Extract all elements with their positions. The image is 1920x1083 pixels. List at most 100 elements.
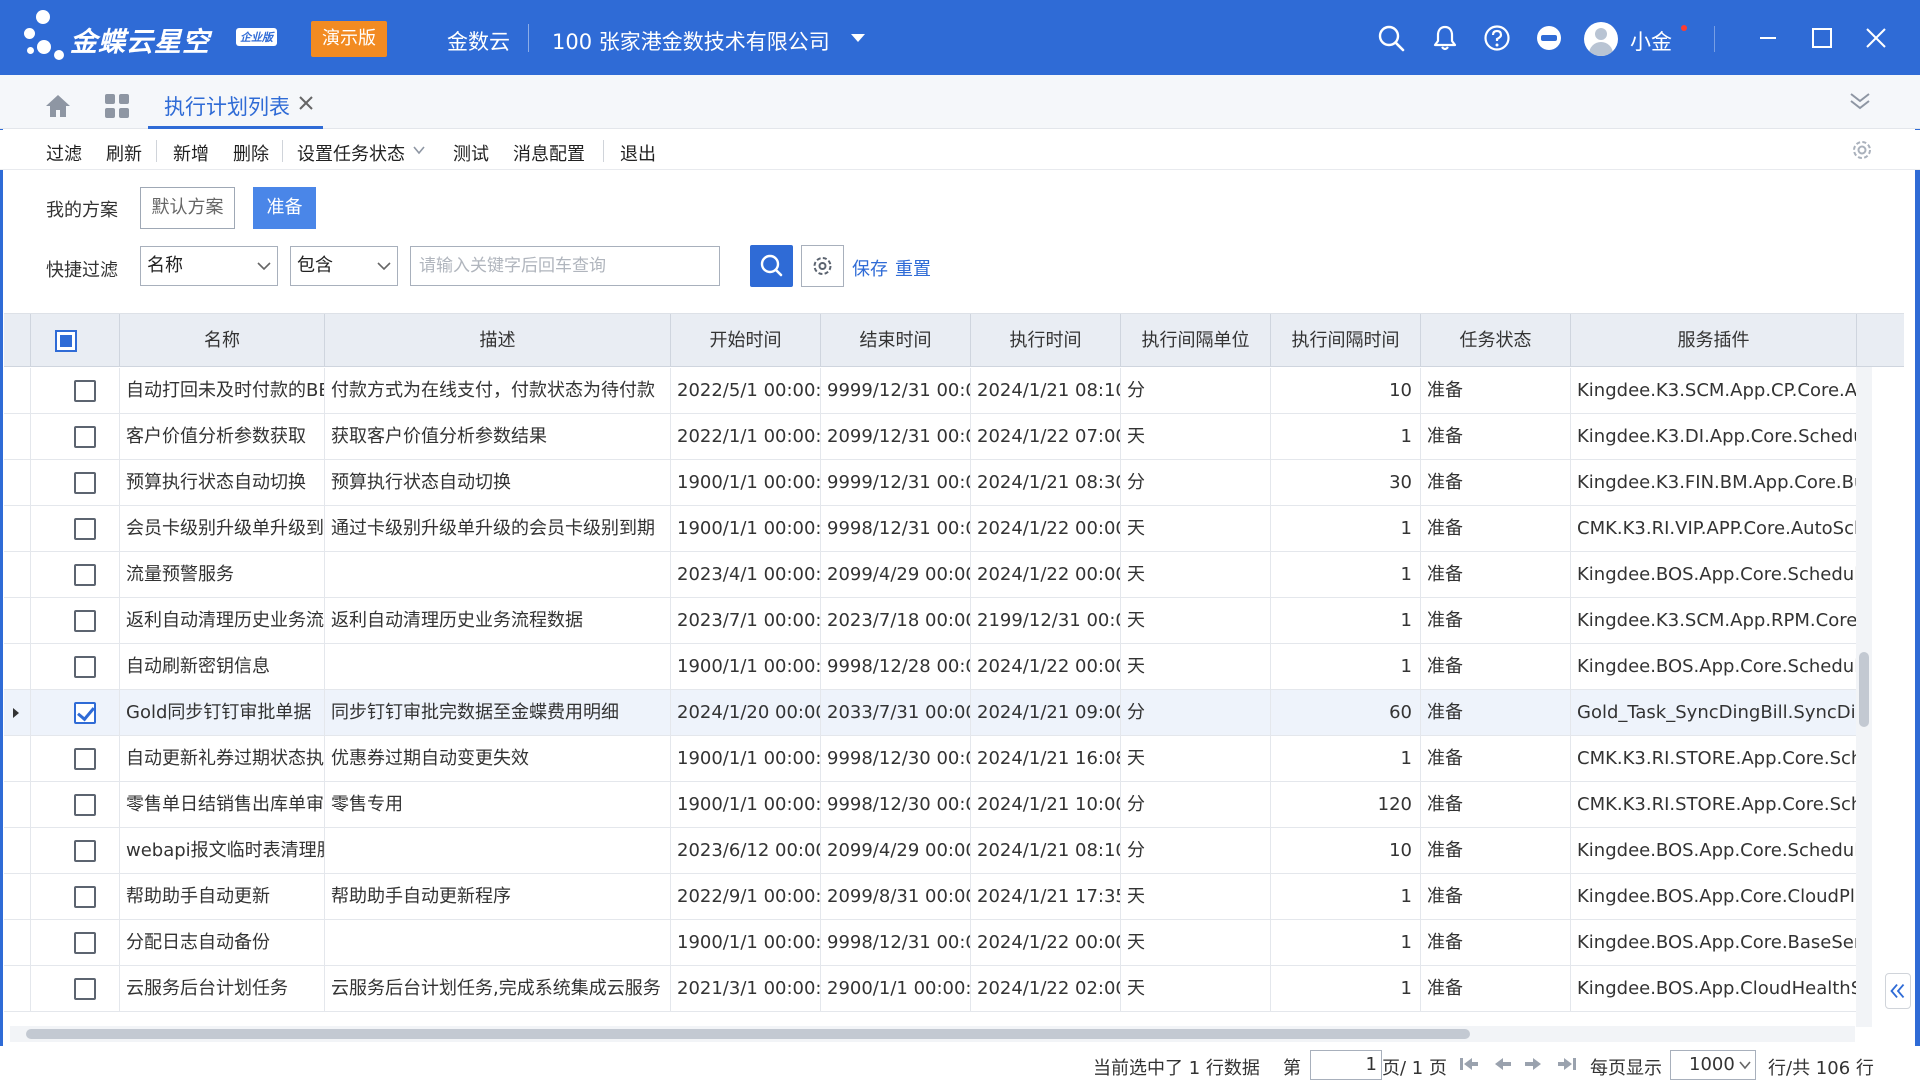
table-row[interactable]: 帮助助手自动更新 帮助助手自动更新程序 2022/9/1 00:00:0 2099/8…: [4, 874, 1857, 920]
minimize-icon[interactable]: [1754, 24, 1782, 52]
maximize-icon[interactable]: [1808, 24, 1836, 52]
cell-interval[interactable]: 1: [1271, 736, 1421, 782]
cell-desc[interactable]: 返利自动清理历史业务流程数据: [325, 598, 671, 644]
table-row[interactable]: Gold同步钉钉审批单据 同步钉钉审批完数据至金蝶费用明细 2024/1/20 00…: [4, 690, 1857, 736]
cell-plugin[interactable]: Kingdee.BOS.App.Core.Schedule: [1571, 828, 1857, 874]
cell-unit[interactable]: 天: [1121, 966, 1271, 1012]
cell-start[interactable]: 1900/1/1 00:00:0: [671, 920, 821, 966]
avatar[interactable]: [1584, 22, 1618, 56]
filter-operator-select[interactable]: 包含: [290, 246, 398, 286]
cell-desc[interactable]: 同步钉钉审批完数据至金蝶费用明细: [325, 690, 671, 736]
user-name[interactable]: 小金: [1630, 26, 1672, 56]
cell-status[interactable]: 准备: [1421, 506, 1571, 552]
cell-end[interactable]: 9998/12/31 00:0: [821, 506, 971, 552]
cell-exec[interactable]: 2024/1/22 00:00: [971, 552, 1121, 598]
cell-desc[interactable]: [325, 552, 671, 598]
table-row[interactable]: 云服务后台计划任务 云服务后台计划任务,完成系统集成云服务 2021/3/1 00:…: [4, 966, 1857, 1012]
cell-end[interactable]: 9998/12/30 00:0: [821, 782, 971, 828]
cell-interval[interactable]: 120: [1271, 782, 1421, 828]
cell-name[interactable]: 自动刷新密钥信息: [120, 644, 325, 690]
cell-exec[interactable]: 2024/1/21 08:30: [971, 460, 1121, 506]
cell-plugin[interactable]: Kingdee.K3.DI.App.Core.Schedul: [1571, 414, 1857, 460]
select-all-checkbox[interactable]: [55, 330, 77, 352]
cell-status[interactable]: 准备: [1421, 644, 1571, 690]
cell-plugin[interactable]: CMK.K3.RI.VIP.APP.Core.AutoSch: [1571, 506, 1857, 552]
cell-unit[interactable]: 天: [1121, 552, 1271, 598]
cell-unit[interactable]: 分: [1121, 828, 1271, 874]
table-row[interactable]: 零售单日结销售出库单审 零售专用 1900/1/1 00:00:0 9998/12/3…: [4, 782, 1857, 828]
delete-button[interactable]: 删除: [233, 140, 269, 166]
row-checkbox[interactable]: [74, 978, 96, 1000]
cell-desc[interactable]: 获取客户价值分析参数结果: [325, 414, 671, 460]
row-checkbox[interactable]: [74, 426, 96, 448]
cell-desc[interactable]: 帮助助手自动更新程序: [325, 874, 671, 920]
cell-plugin[interactable]: Kingdee.K3.SCM.App.RPM.Core.: [1571, 598, 1857, 644]
cell-start[interactable]: 1900/1/1 00:00:0: [671, 644, 821, 690]
cell-interval[interactable]: 10: [1271, 828, 1421, 874]
row-checkbox[interactable]: [74, 656, 96, 678]
page-number-input[interactable]: 1: [1310, 1050, 1382, 1080]
side-panel-toggle[interactable]: [1885, 973, 1911, 1009]
table-row[interactable]: 客户价值分析参数获取 获取客户价值分析参数结果 2022/1/1 00:00:0 20…: [4, 414, 1857, 460]
row-checkbox[interactable]: [74, 380, 96, 402]
table-row[interactable]: webapi报文临时表清理肌 2023/6/12 00:00 2099/4/29 0…: [4, 828, 1857, 874]
cell-status[interactable]: 准备: [1421, 966, 1571, 1012]
cell-name[interactable]: 流量预警服务: [120, 552, 325, 598]
cell-status[interactable]: 准备: [1421, 552, 1571, 598]
cell-status[interactable]: 准备: [1421, 414, 1571, 460]
vertical-scrollbar[interactable]: [1856, 367, 1872, 1027]
cell-unit[interactable]: 天: [1121, 644, 1271, 690]
cell-unit[interactable]: 分: [1121, 460, 1271, 506]
cell-status[interactable]: 准备: [1421, 598, 1571, 644]
cell-plugin[interactable]: Gold_Task_SyncDingBill.SyncDin: [1571, 690, 1857, 736]
cell-start[interactable]: 2022/5/1 00:00:0: [671, 368, 821, 414]
gear-icon[interactable]: [1850, 138, 1874, 162]
cell-start[interactable]: 2023/7/1 00:00:0: [671, 598, 821, 644]
cell-start[interactable]: 2024/1/20 00:00: [671, 690, 821, 736]
column-header[interactable]: 任务状态: [1421, 314, 1571, 367]
cell-interval[interactable]: 1: [1271, 552, 1421, 598]
chevron-down-icon[interactable]: [851, 34, 865, 42]
cell-start[interactable]: 2021/3/1 00:00:0: [671, 966, 821, 1012]
cell-desc[interactable]: 预算执行状态自动切换: [325, 460, 671, 506]
cell-end[interactable]: 9998/12/31 00:0: [821, 920, 971, 966]
cell-desc[interactable]: [325, 828, 671, 874]
cell-exec[interactable]: 2024/1/21 08:10: [971, 828, 1121, 874]
cell-exec[interactable]: 2024/1/21 10:00: [971, 782, 1121, 828]
cell-end[interactable]: 9998/12/30 00:0: [821, 736, 971, 782]
table-row[interactable]: 自动打回未及时付款的BE 付款方式为在线支付，付款状态为待付款 2022/5/1 0…: [4, 368, 1857, 414]
apps-grid-icon[interactable]: [104, 93, 130, 119]
cell-name[interactable]: Gold同步钉钉审批单据: [120, 690, 325, 736]
row-checkbox[interactable]: [74, 472, 96, 494]
row-checkbox[interactable]: [74, 886, 96, 908]
cell-desc[interactable]: 零售专用: [325, 782, 671, 828]
tab-execution-plan-list[interactable]: 执行计划列表: [148, 75, 323, 129]
cell-unit[interactable]: 分: [1121, 782, 1271, 828]
test-button[interactable]: 测试: [453, 140, 489, 166]
page-size-select[interactable]: 1000: [1670, 1050, 1756, 1080]
first-page-icon[interactable]: [1458, 1056, 1480, 1072]
cell-desc[interactable]: 云服务后台计划任务,完成系统集成云服务: [325, 966, 671, 1012]
scrollbar-thumb[interactable]: [1859, 652, 1869, 727]
cell-exec[interactable]: 2024/1/21 17:35: [971, 874, 1121, 920]
cell-exec[interactable]: 2024/1/22 07:00: [971, 414, 1121, 460]
row-checkbox[interactable]: [74, 840, 96, 862]
cell-plugin[interactable]: Kingdee.BOS.App.Core.BaseServ: [1571, 920, 1857, 966]
home-icon[interactable]: [44, 93, 72, 119]
column-header[interactable]: 执行间隔时间: [1271, 314, 1421, 367]
set-task-status-button[interactable]: 设置任务状态: [297, 140, 405, 166]
bell-icon[interactable]: [1431, 24, 1459, 52]
scrollbar-thumb[interactable]: [26, 1029, 1470, 1039]
cell-interval[interactable]: 30: [1271, 460, 1421, 506]
cell-desc[interactable]: 优惠券过期自动变更失效: [325, 736, 671, 782]
tenant-name[interactable]: 金数云: [447, 26, 510, 56]
next-page-icon[interactable]: [1522, 1056, 1544, 1072]
close-icon[interactable]: [1862, 24, 1890, 52]
cell-interval[interactable]: 60: [1271, 690, 1421, 736]
cell-end[interactable]: 2099/8/31 00:00: [821, 874, 971, 920]
org-selector[interactable]: 100 张家港金数技术有限公司: [552, 26, 830, 56]
cell-name[interactable]: 云服务后台计划任务: [120, 966, 325, 1012]
cell-plugin[interactable]: Kingdee.K3.FIN.BM.App.Core.Bu: [1571, 460, 1857, 506]
table-row[interactable]: 会员卡级别升级单升级到 通过卡级别升级单升级的会员卡级别到期 1900/1/1 00…: [4, 506, 1857, 552]
cell-status[interactable]: 准备: [1421, 920, 1571, 966]
